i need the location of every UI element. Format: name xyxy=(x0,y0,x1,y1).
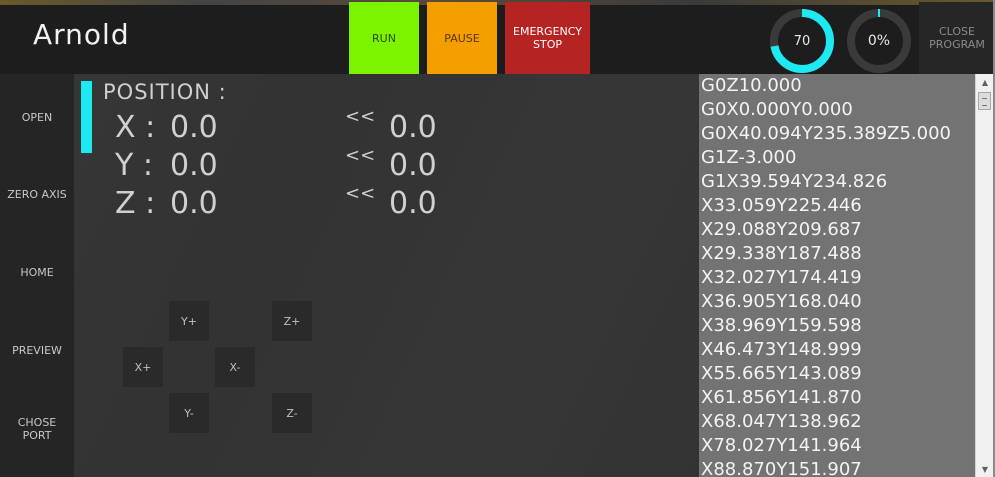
gcode-line: X33.059Y225.446 xyxy=(701,195,862,216)
jog-z-plus-button[interactable]: Z+ xyxy=(272,301,312,341)
speed-gauge-value: 70 xyxy=(793,33,811,49)
scroll-up-icon[interactable]: ▲ xyxy=(976,74,994,90)
jog-y-minus-button[interactable]: Y- xyxy=(169,393,209,433)
jog-y-plus-button[interactable]: Y+ xyxy=(169,301,209,341)
z-current-value: 0.0 xyxy=(170,186,218,221)
gcode-line: X36.905Y168.040 xyxy=(701,291,862,312)
run-button[interactable]: RUN xyxy=(349,2,419,74)
gcode-line: X32.027Y174.419 xyxy=(701,267,862,288)
x-axis-label: X : xyxy=(115,110,156,145)
progress-gauge: 0% xyxy=(846,8,912,74)
gcode-line: X29.338Y187.488 xyxy=(701,243,862,264)
chose-port-label: CHOSE PORT xyxy=(17,416,57,442)
jog-x-plus-button[interactable]: X+ xyxy=(123,347,163,387)
gcode-listing[interactable]: G0Z10.000 G0X0.000Y0.000 G0X40.094Y235.389… xyxy=(699,74,975,477)
x-target-value: 0.0 xyxy=(389,110,437,145)
app-title: Arnold xyxy=(33,18,130,51)
emergency-stop-label: EMERGENCY STOP xyxy=(513,25,582,51)
scroll-down-icon[interactable]: ▼ xyxy=(976,461,994,477)
gcode-line: G0X0.000Y0.000 xyxy=(701,99,853,120)
close-program-button[interactable]: CLOSE PROGRAM xyxy=(919,2,995,74)
z-target-value: 0.0 xyxy=(389,186,437,221)
top-toolbar: Arnold RUN PAUSE EMERGENCY STOP 70 0% CL… xyxy=(0,0,995,74)
close-program-label: CLOSE PROGRAM xyxy=(929,25,985,51)
gcode-line: X55.665Y143.089 xyxy=(701,363,862,384)
gcode-line: X61.856Y141.870 xyxy=(701,387,862,408)
sidebar-item-home[interactable]: HOME xyxy=(0,266,74,279)
gcode-line: X46.473Y148.999 xyxy=(701,339,862,360)
position-accent-bar xyxy=(81,81,92,153)
main-panel xyxy=(74,74,699,477)
gcode-line: X29.088Y209.687 xyxy=(701,219,862,240)
gcode-line: X88.870Y151.907 xyxy=(701,459,862,477)
position-title: POSITION : xyxy=(103,80,227,104)
gcode-line: G1X39.594Y234.826 xyxy=(701,171,888,192)
z-arrow: << xyxy=(345,183,376,204)
gcode-line: G0X40.094Y235.389Z5.000 xyxy=(701,123,952,144)
gcode-line: X38.969Y159.598 xyxy=(701,315,862,336)
gcode-line: X68.047Y138.962 xyxy=(701,411,862,432)
x-arrow: << xyxy=(345,106,376,127)
speed-gauge: 70 xyxy=(769,8,835,74)
gcode-scrollbar[interactable]: ▲ ▼ xyxy=(975,74,994,477)
sidebar: OPEN ZERO AXIS HOME PREVIEW CHOSE PORT xyxy=(0,74,74,477)
jog-x-minus-button[interactable]: X- xyxy=(215,347,255,387)
window-top-strip xyxy=(0,0,995,5)
x-current-value: 0.0 xyxy=(170,110,218,145)
y-current-value: 0.0 xyxy=(170,148,218,183)
scroll-thumb[interactable] xyxy=(978,92,991,110)
sidebar-item-zero-axis[interactable]: ZERO AXIS xyxy=(0,188,74,201)
gcode-line: G0Z10.000 xyxy=(701,75,802,96)
y-axis-label: Y : xyxy=(115,148,153,183)
jog-z-minus-button[interactable]: Z- xyxy=(272,393,312,433)
gcode-line: X78.027Y141.964 xyxy=(701,435,862,456)
sidebar-item-open[interactable]: OPEN xyxy=(0,111,74,124)
gcode-line: G1Z-3.000 xyxy=(701,147,797,168)
pause-button[interactable]: PAUSE xyxy=(427,2,497,74)
z-axis-label: Z : xyxy=(115,186,156,221)
app-window: Arnold RUN PAUSE EMERGENCY STOP 70 0% CL… xyxy=(0,0,995,477)
emergency-stop-button[interactable]: EMERGENCY STOP xyxy=(505,2,590,74)
sidebar-item-chose-port[interactable]: CHOSE PORT xyxy=(0,416,74,442)
y-target-value: 0.0 xyxy=(389,148,437,183)
sidebar-item-preview[interactable]: PREVIEW xyxy=(0,344,74,357)
progress-gauge-value: 0% xyxy=(867,33,891,49)
y-arrow: << xyxy=(345,145,376,166)
